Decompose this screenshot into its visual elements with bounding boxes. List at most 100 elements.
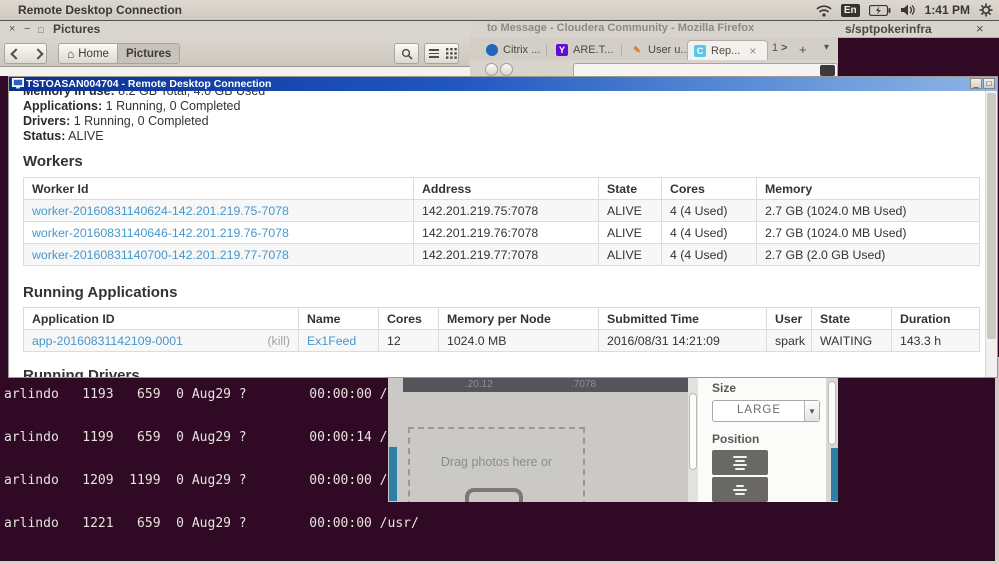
photo-options-panel: Size LARGE ▼ Position — [698, 378, 826, 502]
firefox-window-title: to Message - Cloudera Community - Mozill… — [487, 22, 755, 34]
top-panel: Remote Desktop Connection En 1:41 PM — [0, 0, 999, 21]
chevron-left-icon — [10, 47, 22, 60]
search-button[interactable] — [394, 43, 419, 64]
back-button[interactable] — [5, 45, 27, 63]
tab-report-active[interactable]: C Rep... × — [687, 40, 768, 60]
summary-drivers: Drivers: 1 Running, 0 Completed — [23, 114, 209, 128]
spark-summary: Memory in use: 8.2 GB Total, 4.0 GB Used… — [23, 91, 265, 144]
search-icon — [401, 48, 413, 60]
yahoo-favicon-icon: Y — [556, 44, 568, 56]
kill-link[interactable]: (kill) — [267, 334, 290, 348]
tab-yahoo[interactable]: Y ARE.T... — [550, 40, 619, 60]
rdp-maximize-button[interactable]: □ — [983, 78, 995, 89]
forward-button[interactable] — [500, 63, 513, 76]
list-view-icon — [429, 49, 439, 58]
tab-overflow-stub[interactable]: 1 — [772, 42, 778, 54]
terminal-close-button[interactable]: × — [976, 21, 984, 36]
worker-row: worker-20160831140646-142.201.219.76-707… — [23, 221, 980, 244]
breadcrumb-pictures[interactable]: Pictures — [117, 44, 180, 63]
application-link[interactable]: app-20160831142109-0001 — [32, 334, 183, 348]
tab-label: ARE.T... — [573, 44, 614, 56]
application-row: app-20160831142109-0001 (kill) Ex1Feed 1… — [23, 329, 980, 352]
position-left-button[interactable] — [712, 450, 768, 475]
align-center-icon — [712, 477, 768, 502]
drop-zone-label: Drag photos here or — [440, 455, 553, 469]
chevron-right-icon — [32, 47, 44, 60]
pictures-window: × − □ Pictures ⌂ Home Pictures — [0, 21, 470, 76]
running-applications-heading: Running Applications — [23, 284, 178, 301]
tab-separator — [621, 44, 622, 56]
clock[interactable]: 1:41 PM — [925, 3, 970, 17]
summary-status: Status: ALIVE — [23, 129, 104, 143]
path-bar: ⌂ Home Pictures — [58, 43, 181, 64]
list-view-button[interactable] — [425, 49, 443, 58]
pictures-toolbar: ⌂ Home Pictures — [0, 38, 470, 67]
tab-list-button[interactable]: ▾ — [824, 42, 829, 53]
rdp-titlebar[interactable]: TSTOASAN004704 - Remote Desktop Connecti… — [9, 77, 997, 91]
dim-text: .20.12 — [465, 379, 493, 390]
terminal-line: arlindo 1221 659 0 Aug29 ? 00:00:00 /usr… — [4, 516, 419, 532]
panel-app-title: Remote Desktop Connection — [18, 3, 183, 17]
modal-scrollbar-thumb[interactable] — [689, 393, 697, 470]
terminal-title: s/sptpokerinfra — [845, 22, 932, 36]
pictures-titlebar[interactable]: × − □ Pictures — [0, 21, 470, 38]
nav-buttons-group — [4, 43, 47, 64]
rdp-scrollbar[interactable] — [985, 91, 997, 377]
summary-applications: Applications: 1 Running, 0 Completed — [23, 99, 241, 113]
back-button[interactable] — [485, 63, 498, 76]
align-left-icon — [712, 450, 768, 475]
choose-photos-button[interactable] — [465, 488, 523, 502]
tab-citrix[interactable]: Citrix ... — [480, 40, 546, 60]
keyboard-layout-indicator[interactable]: En — [840, 3, 860, 17]
worker-link[interactable]: worker-20160831140624-142.201.219.75-707… — [32, 204, 289, 218]
wifi-icon[interactable] — [816, 4, 832, 17]
rdp-minimize-button[interactable]: _ — [970, 78, 982, 89]
worker-link[interactable]: worker-20160831140646-142.201.219.76-707… — [32, 226, 289, 240]
apps-header-row: Application ID Name Cores Memory per Nod… — [23, 307, 980, 330]
window-close-icon[interactable]: × — [9, 22, 15, 36]
tab-user[interactable]: ✎ User u... — [625, 40, 696, 60]
workers-table: Worker Id Address State Cores Memory wor… — [23, 177, 980, 266]
workers-heading: Workers — [23, 153, 83, 170]
breadcrumb-label: Home — [78, 47, 109, 60]
dimmed-page-remnant: .20.12 .7078 — [403, 378, 731, 392]
tab-scroll-right-icon[interactable]: > — [781, 42, 787, 54]
new-tab-button[interactable]: + — [799, 42, 807, 57]
system-tray: En 1:41 PM — [816, 0, 993, 20]
position-center-button[interactable] — [712, 477, 768, 502]
tab-label: Rep... — [711, 44, 741, 57]
worker-link[interactable]: worker-20160831140700-142.201.219.77-707… — [32, 248, 289, 262]
desktop: s/sptpokerinfra × arlindo 1193 659 0 Aug… — [0, 0, 999, 564]
rdp-app-icon — [12, 78, 24, 89]
grid-view-icon — [446, 48, 457, 59]
citrix-favicon-icon — [486, 44, 498, 56]
panel-scrollbar-thumb[interactable] — [828, 381, 836, 445]
navbar-dark-button[interactable] — [820, 65, 835, 76]
tab-label: User u... — [648, 44, 690, 56]
battery-icon[interactable] — [868, 4, 891, 16]
worker-row: worker-20160831140700-142.201.219.77-707… — [23, 243, 980, 266]
volume-icon[interactable] — [900, 4, 916, 16]
rdp-window: TSTOASAN004704 - Remote Desktop Connecti… — [8, 76, 998, 378]
window-minimize-icon[interactable]: − — [24, 22, 30, 36]
size-select-value: LARGE — [737, 404, 781, 416]
home-icon: ⌂ — [67, 46, 75, 61]
forward-button[interactable] — [27, 45, 49, 63]
terminal-scrollbar[interactable] — [995, 357, 999, 561]
pictures-window-title: Pictures — [53, 22, 101, 36]
cloudera-favicon-icon: C — [694, 44, 706, 57]
breadcrumb-home[interactable]: ⌂ Home — [59, 44, 117, 63]
select-arrow-icon[interactable]: ▼ — [804, 401, 819, 421]
modal-scrollbar-track[interactable] — [688, 378, 698, 502]
application-name-link[interactable]: Ex1Feed — [307, 334, 356, 348]
grid-view-button[interactable] — [443, 48, 460, 59]
rdp-scrollbar-thumb[interactable] — [987, 93, 996, 339]
window-maximize-icon[interactable]: □ — [38, 23, 43, 37]
breadcrumb-label: Pictures — [125, 47, 172, 60]
pictures-content-sliver — [0, 67, 470, 76]
tab-close-icon[interactable]: × — [749, 44, 756, 58]
rdp-window-title: TSTOASAN004704 - Remote Desktop Connecti… — [26, 78, 272, 90]
size-select[interactable]: LARGE ▼ — [712, 400, 820, 422]
session-gear-icon[interactable] — [979, 3, 993, 17]
spark-master-page: Memory in use: 8.2 GB Total, 4.0 GB Used… — [9, 91, 985, 377]
